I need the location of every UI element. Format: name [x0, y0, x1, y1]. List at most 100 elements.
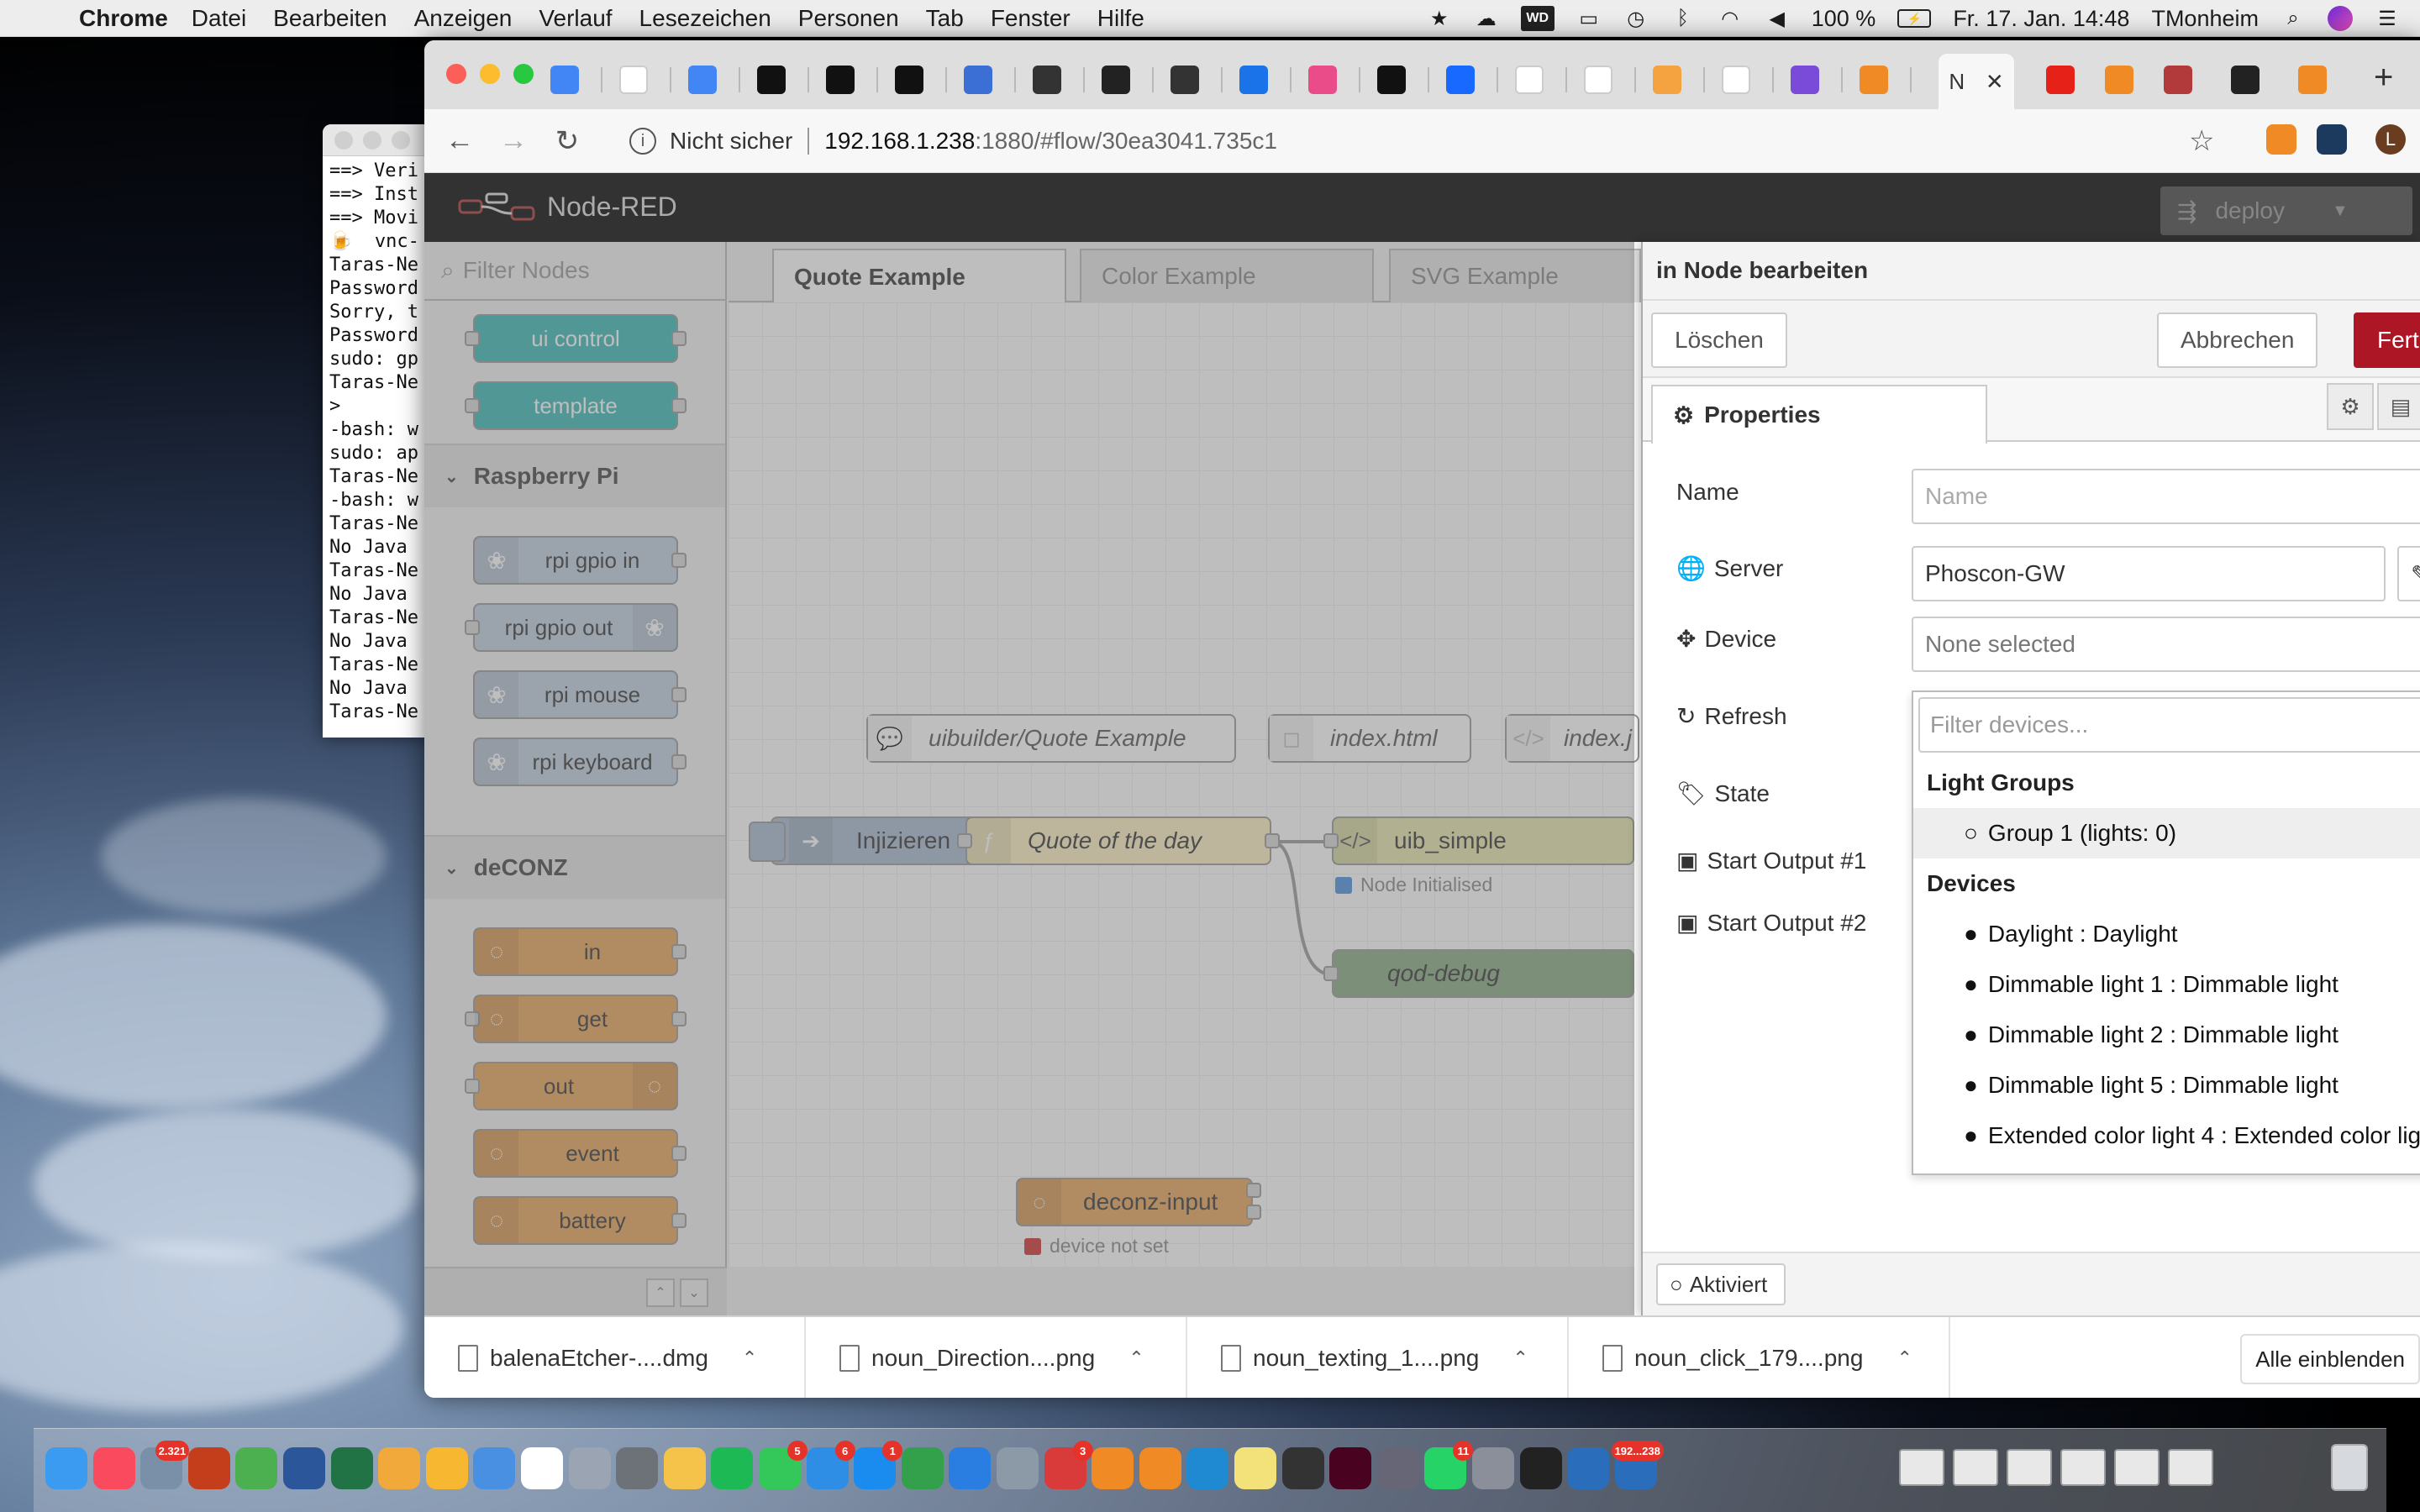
- tab-favicon-site-icon[interactable]: [757, 66, 786, 94]
- dock-preview-icon[interactable]: 2.321: [140, 1441, 190, 1489]
- palette-node-event[interactable]: ◌ event: [473, 1129, 687, 1178]
- dock-trash-icon[interactable]: [2331, 1444, 2368, 1491]
- dock-vnc2-icon[interactable]: 192...238: [1611, 1441, 1664, 1489]
- tab-favicon-we-icon[interactable]: [826, 66, 855, 94]
- tab-favicon-docs-icon[interactable]: [688, 66, 717, 94]
- dock-powerpoint-icon[interactable]: [187, 1447, 230, 1489]
- tab-favicon-google-icon[interactable]: [619, 66, 648, 94]
- time-machine-icon[interactable]: ◷: [1623, 6, 1649, 31]
- bluetooth-icon[interactable]: ᛒ: [1670, 6, 1696, 31]
- delete-button[interactable]: Löschen: [1651, 312, 1787, 368]
- dock-finder-icon[interactable]: [45, 1447, 87, 1489]
- dock-keynote-icon[interactable]: [473, 1447, 516, 1489]
- dock-notes-icon[interactable]: [1234, 1447, 1276, 1489]
- dock-system-prefs-icon[interactable]: [616, 1447, 659, 1489]
- palette-node-ui-control[interactable]: ui control: [465, 314, 687, 363]
- profile-avatar[interactable]: L: [2375, 124, 2406, 155]
- tab-favicon-web-icon[interactable]: [1171, 66, 1199, 94]
- inject-trigger-button[interactable]: [749, 822, 786, 862]
- download-item[interactable]: noun_Direction....png ⌃: [806, 1317, 1187, 1398]
- edit-server-button[interactable]: ✎: [2397, 546, 2420, 601]
- dock-whatsapp-icon[interactable]: 11: [1424, 1441, 1474, 1489]
- tab-favicon-web-icon[interactable]: [1033, 66, 1061, 94]
- extension-icon-1[interactable]: [2266, 124, 2296, 155]
- menu-history[interactable]: Verlauf: [539, 5, 612, 32]
- tab-favicon-docs-icon[interactable]: [550, 66, 579, 94]
- tab-favicon-gallery-icon[interactable]: [1791, 66, 1819, 94]
- bookmark-star-icon[interactable]: ☆: [2189, 124, 2214, 158]
- spotlight-search-icon[interactable]: ⌕: [2281, 6, 2306, 31]
- tab-active[interactable]: N ✕: [1939, 54, 2014, 109]
- palette-node-battery[interactable]: ◌ battery: [473, 1196, 687, 1245]
- menu-user[interactable]: TMonheim: [2151, 6, 2259, 32]
- dock-pages-icon[interactable]: [425, 1447, 468, 1489]
- device-select[interactable]: None selected: [1912, 617, 2420, 672]
- comment-node-quote[interactable]: 💬 uibuilder/Quote Example: [866, 714, 1236, 763]
- menu-people[interactable]: Personen: [798, 5, 899, 32]
- tab-quote-example[interactable]: Quote Example: [772, 249, 1066, 304]
- volume-icon[interactable]: ◀: [1765, 6, 1790, 31]
- flow-canvas[interactable]: 💬 uibuilder/Quote Example ◻ index.html <…: [729, 302, 1639, 1267]
- info-icon[interactable]: i: [629, 128, 656, 155]
- palette-node-out[interactable]: ◌ out: [465, 1062, 678, 1110]
- tab-favicon-behance-icon[interactable]: [1446, 66, 1475, 94]
- menu-app-name[interactable]: Chrome: [79, 5, 168, 32]
- dock-minimized-window-icon[interactable]: [2060, 1449, 2106, 1486]
- tab-favicon-google-icon[interactable]: [1584, 66, 1612, 94]
- menu-tab[interactable]: Tab: [926, 5, 964, 32]
- tab-favicon-icon[interactable]: [2231, 66, 2260, 94]
- dock-music-icon[interactable]: [92, 1447, 135, 1489]
- dock-numbers-icon[interactable]: [901, 1447, 944, 1489]
- tab-favicon-icon[interactable]: [2298, 66, 2327, 94]
- tab-favicon-github-icon[interactable]: [1102, 66, 1130, 94]
- dock-sublime-icon[interactable]: [1092, 1447, 1134, 1489]
- tab-favicon-google-icon[interactable]: [1515, 66, 1544, 94]
- dock-sublime2-icon[interactable]: [1139, 1447, 1181, 1489]
- dock-vnc-icon[interactable]: [1567, 1447, 1610, 1489]
- dock-minimized-window-icon[interactable]: [1899, 1449, 1944, 1486]
- palette-node-rpi-gpio-out[interactable]: ❀ rpi gpio out: [465, 603, 678, 652]
- tab-close-icon[interactable]: ✕: [1986, 69, 2004, 95]
- palette-node-rpi-gpio-in[interactable]: ❀ rpi gpio in: [473, 536, 687, 585]
- comment-node-indexhtml[interactable]: ◻ index.html: [1268, 714, 1471, 763]
- tab-favicon-we-icon[interactable]: [895, 66, 923, 94]
- dock-automator-icon[interactable]: [1472, 1447, 1514, 1489]
- dropdown-option[interactable]: ○ Group 1 (lights: 0): [1913, 808, 2420, 858]
- done-button[interactable]: Fert: [2354, 312, 2420, 368]
- dock-vscode-icon[interactable]: [1186, 1447, 1229, 1489]
- palette-expand-all-button[interactable]: ⌄: [680, 1278, 708, 1307]
- settings-gear-icon[interactable]: ⚙: [2327, 383, 2374, 430]
- function-node[interactable]: ƒ Quote of the day: [957, 816, 1280, 865]
- address-bar[interactable]: i Nicht sicher 192.168.1.238 :1880/#flow…: [614, 118, 2202, 165]
- deconz-input-node[interactable]: ◌ deconz-input: [1016, 1178, 1261, 1226]
- airplay-icon[interactable]: ▭: [1576, 6, 1602, 31]
- tab-favicon-icon[interactable]: [2164, 66, 2192, 94]
- tab-favicon-ext-icon[interactable]: [1860, 66, 1888, 94]
- wifi-icon[interactable]: ◠: [1718, 6, 1743, 31]
- dock-terminal-icon[interactable]: [1519, 1447, 1562, 1489]
- uibuilder-node[interactable]: </> uib_simple: [1323, 816, 1634, 865]
- comment-node-indexjs[interactable]: </> index.j: [1505, 714, 1639, 763]
- palette-category-deconz[interactable]: ⌄ deCONZ: [424, 835, 725, 899]
- palette-node-template[interactable]: template: [465, 381, 687, 430]
- tab-favicon-sheets-icon[interactable]: [964, 66, 992, 94]
- dock-messages-icon[interactable]: 5: [759, 1441, 808, 1489]
- security-label[interactable]: Nicht sicher: [670, 128, 792, 155]
- menu-file[interactable]: Datei: [192, 5, 246, 32]
- palette-filter[interactable]: ⌕ Filter Nodes: [424, 242, 725, 301]
- download-item[interactable]: noun_click_179....png ⌃: [1569, 1317, 1950, 1398]
- tab-favicon-app-icon[interactable]: [1239, 66, 1268, 94]
- dock-calendar-icon[interactable]: [521, 1447, 563, 1489]
- dropdown-option[interactable]: ● Dimmable light 1 : Dimmable light: [1913, 959, 2420, 1010]
- dock-app-store-icon[interactable]: 1: [854, 1441, 903, 1489]
- show-all-downloads-button[interactable]: Alle einblenden: [2240, 1334, 2420, 1384]
- menu-clock[interactable]: Fr. 17. Jan. 14:48: [1953, 6, 2129, 32]
- palette-node-rpi-keyboard[interactable]: ❀ rpi keyboard: [473, 738, 687, 786]
- dock-minimized-window-icon[interactable]: [2114, 1449, 2160, 1486]
- battery-icon[interactable]: ⚡: [1897, 9, 1932, 28]
- tab-svg-example[interactable]: SVG Example: [1389, 249, 1641, 302]
- tab-favicon-icon[interactable]: [2046, 66, 2075, 94]
- input-port[interactable]: [1323, 833, 1339, 848]
- reload-button[interactable]: ↻: [540, 124, 594, 158]
- output-port-1[interactable]: [1246, 1183, 1261, 1198]
